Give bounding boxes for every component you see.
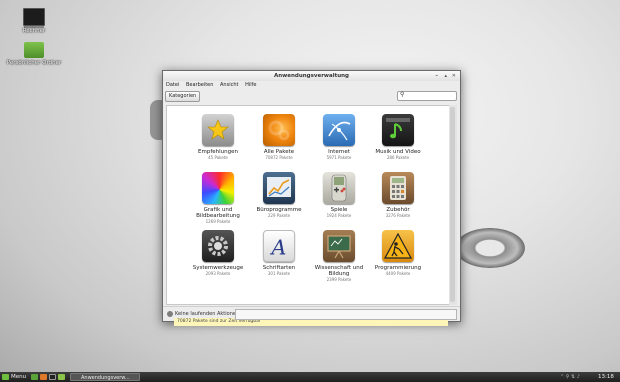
category-count: 5971 Pakete xyxy=(326,155,352,160)
gear-icon xyxy=(202,230,234,262)
construction-icon xyxy=(382,230,414,262)
mint-menu-icon[interactable] xyxy=(2,374,9,380)
menu-datei[interactable]: Datei xyxy=(166,82,179,88)
monitor-icon xyxy=(23,8,45,26)
category-wissenschaft[interactable]: Wissenschaft und Bildung 2399 Pakete xyxy=(309,230,369,282)
menu-ansicht[interactable]: Ansicht xyxy=(220,82,238,88)
orange-gears-icon xyxy=(263,114,295,146)
category-count: 2093 Pakete xyxy=(205,271,231,276)
category-count: 2399 Pakete xyxy=(326,277,352,282)
color-wheel-icon xyxy=(202,172,234,204)
category-zubehoer[interactable]: Zubehör 3276 Pakete xyxy=(368,172,428,218)
category-spiele[interactable]: Spiele 1924 Pakete xyxy=(309,172,369,218)
home-folder-icon xyxy=(24,42,44,58)
category-systemwerkzeuge[interactable]: Systemwerkzeuge 2093 Pakete xyxy=(188,230,248,276)
category-alle-pakete[interactable]: Alle Pakete 70872 Pakete xyxy=(249,114,309,160)
category-schriftarten[interactable]: A Schriftarten 301 Pakete xyxy=(249,230,309,276)
category-empfehlungen[interactable]: Empfehlungen 45 Pakete xyxy=(188,114,248,160)
category-internet[interactable]: Internet 5971 Pakete xyxy=(309,114,369,160)
category-musik-und-video[interactable]: Musik und Video 286 Pakete xyxy=(368,114,428,160)
system-tray: ⌃ ⚲ ⇅ ♪ xyxy=(560,374,580,380)
category-label: Wissenschaft und Bildung xyxy=(314,265,364,277)
actions-label: Keine laufenden Aktionen xyxy=(175,311,240,317)
show-desktop-icon[interactable] xyxy=(31,374,38,380)
desktop-icon-home[interactable]: Persönlicher Ordner xyxy=(4,42,64,66)
taskbar: Menu Anwendungsverw... ⌃ ⚲ ⇅ ♪ 13:18 xyxy=(0,372,620,382)
font-icon: A xyxy=(263,230,295,262)
category-count: 4409 Pakete xyxy=(385,271,411,276)
desktop-icon-label: Rechner xyxy=(22,28,46,34)
desktop-icon-computer[interactable]: Rechner xyxy=(4,8,64,34)
category-grafik[interactable]: Grafik und Bildbearbeitung 1269 Pakete xyxy=(188,172,248,224)
files-icon[interactable] xyxy=(58,374,65,380)
gamepad-icon xyxy=(323,172,355,204)
desktop-icon-label: Persönlicher Ordner xyxy=(6,60,62,66)
chart-icon xyxy=(263,172,295,204)
category-count: 229 Pakete xyxy=(267,213,291,218)
category-count: 3276 Pakete xyxy=(385,213,411,218)
menu-bearbeiten[interactable]: Bearbeiten xyxy=(186,82,213,88)
window-title: Anwendungsverwaltung xyxy=(274,73,349,79)
actions-progress xyxy=(235,309,457,320)
actions-bar: Keine laufenden Aktionen xyxy=(163,306,460,322)
task-button-label: Anwendungsverw... xyxy=(81,375,130,381)
category-grid: Empfehlungen 45 Pakete Alle Pakete 70872… xyxy=(166,105,450,326)
toolbar: Kategorien ⚲ xyxy=(163,90,460,103)
task-button[interactable]: Anwendungsverw... xyxy=(70,373,140,381)
chalkboard-icon xyxy=(323,230,355,262)
category-programmierung[interactable]: Programmierung 4409 Pakete xyxy=(368,230,428,276)
svg-text:A: A xyxy=(270,235,287,259)
menu-bar: Datei Bearbeiten Ansicht Hilfe xyxy=(163,81,460,90)
kategorien-button[interactable]: Kategorien xyxy=(165,91,201,102)
activity-icon xyxy=(167,311,173,317)
category-count: 45 Pakete xyxy=(208,155,228,160)
browser-icon[interactable] xyxy=(40,374,47,380)
category-count: 301 Pakete xyxy=(267,271,291,276)
category-count: 286 Pakete xyxy=(386,155,410,160)
vertical-scrollbar[interactable] xyxy=(449,105,457,305)
category-count: 1924 Pakete xyxy=(326,213,352,218)
minimize-icon[interactable]: – xyxy=(436,71,439,81)
globe-icon xyxy=(323,114,355,146)
title-bar[interactable]: Anwendungsverwaltung – ▴ ✕ xyxy=(163,71,460,81)
wallpaper-ring xyxy=(455,228,525,268)
music-note-icon xyxy=(382,114,414,146)
calculator-icon xyxy=(382,172,414,204)
menu-button[interactable]: Menu xyxy=(11,372,26,382)
search-icon: ⚲ xyxy=(400,91,405,98)
app-window: Anwendungsverwaltung – ▴ ✕ Datei Bearbei… xyxy=(162,70,461,326)
menu-hilfe[interactable]: Hilfe xyxy=(245,82,256,88)
maximize-icon[interactable]: ▴ xyxy=(444,71,447,81)
category-bueroprogramme[interactable]: Büroprogramme 229 Pakete xyxy=(249,172,309,218)
category-label: Grafik und Bildbearbeitung xyxy=(196,207,240,219)
category-count: 1269 Pakete xyxy=(205,219,231,224)
close-icon[interactable]: ✕ xyxy=(452,71,456,81)
star-gears-icon xyxy=(202,114,234,146)
search-input[interactable]: ⚲ xyxy=(397,91,457,101)
clock[interactable]: 13:18 xyxy=(598,372,614,382)
category-count: 70872 Pakete xyxy=(265,155,293,160)
scrollbar-thumb[interactable] xyxy=(450,107,455,302)
terminal-icon[interactable] xyxy=(49,374,56,380)
